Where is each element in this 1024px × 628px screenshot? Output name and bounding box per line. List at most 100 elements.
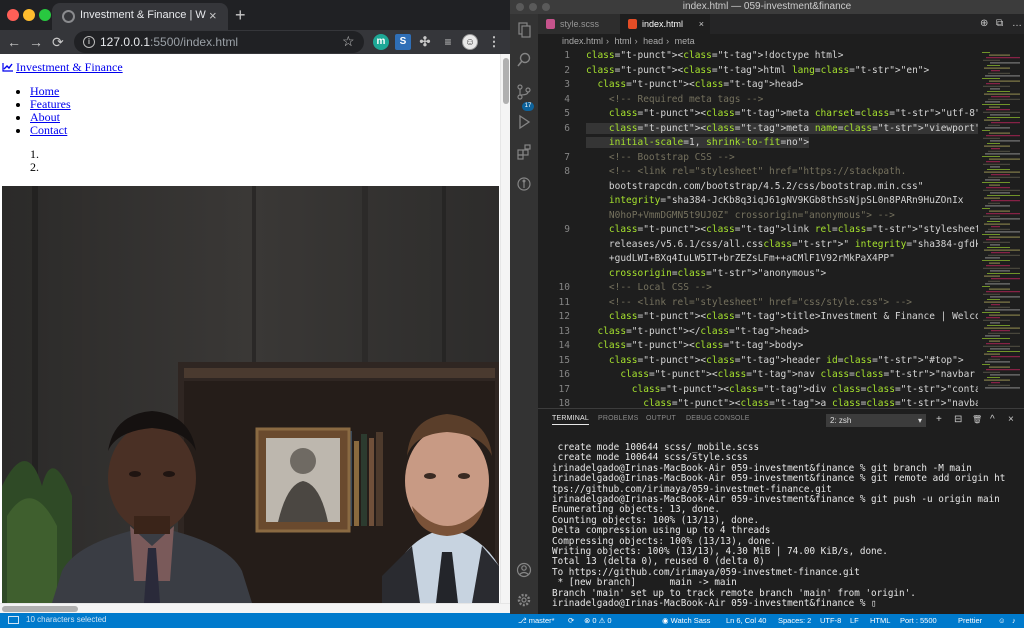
sync-icon[interactable]: ⟳ — [568, 614, 574, 628]
code-line[interactable]: 5 class="t-punct"><class="t-tag">meta ch… — [538, 108, 978, 123]
source-control-icon[interactable] — [516, 84, 532, 100]
breadcrumb-item[interactable]: head — [643, 36, 663, 46]
forward-button[interactable]: → — [29, 33, 43, 51]
notifications-bell-icon[interactable]: ♪ — [1012, 614, 1016, 628]
panel-tab-terminal[interactable]: TERMINAL — [552, 415, 589, 425]
extension-m-icon[interactable]: m — [373, 34, 389, 50]
maximize-panel-icon[interactable]: ^ — [990, 413, 995, 426]
bookmark-star-icon[interactable]: ☆ — [342, 33, 355, 49]
close-window-button[interactable] — [7, 9, 19, 21]
code-line[interactable]: 13 class="t-punct"></class="t-tag">head> — [538, 326, 978, 341]
git-branch-status[interactable]: ⎇ master* — [518, 614, 555, 628]
breadcrumb-item[interactable]: html — [615, 36, 632, 46]
problems-status[interactable]: ⊗ 0 ⚠ 0 — [584, 614, 612, 628]
close-tab-icon[interactable]: × — [209, 8, 217, 24]
minimize-window-button[interactable] — [23, 9, 35, 21]
code-line[interactable]: 4 <!-- Required meta tags --> — [538, 94, 978, 109]
code-line[interactable]: 6 class="t-punct"><class="t-tag">meta na… — [538, 122, 978, 138]
new-terminal-icon[interactable]: + — [936, 413, 942, 426]
navbar-brand-link[interactable]: Investment & Finance — [2, 60, 123, 75]
nav-link-features[interactable]: Features — [30, 97, 71, 111]
code-line[interactable]: bootstrapcdn.com/bootstrap/4.5.2/css/boo… — [538, 181, 978, 196]
watch-sass-status[interactable]: ◉ Watch Sass — [662, 614, 710, 628]
tab-style-scss[interactable]: style.scss — [538, 14, 620, 34]
search-icon[interactable] — [516, 52, 532, 68]
terminal-shell-select[interactable]: 2: zsh ▾ — [826, 414, 926, 427]
code-line[interactable]: releases/v5.6.1/css/all.cssclass="t-str"… — [538, 239, 978, 254]
nav-link-home[interactable]: Home — [30, 84, 59, 98]
indentation-status[interactable]: Spaces: 2 — [778, 614, 811, 628]
code-line[interactable]: +gudLWI+BXq4IuLW5IT+brZEZsLFm++aCMlF1V92… — [538, 253, 978, 268]
run-debug-icon[interactable] — [516, 114, 532, 130]
code-line[interactable]: 2 class="t-punct"><class="t-tag">html lan… — [538, 65, 978, 80]
breadcrumb-item[interactable]: meta — [675, 36, 695, 46]
horizontal-scrollbar[interactable] — [0, 603, 510, 613]
minimap-stroke — [990, 218, 1020, 220]
nav-link-contact[interactable]: Contact — [30, 123, 67, 137]
prettier-status[interactable]: Prettier — [958, 614, 982, 628]
code-line[interactable]: 16 class="t-punct"><class="t-tag">nav cl… — [538, 369, 978, 384]
browser-tab[interactable]: Investment & Finance | Welcome × — [52, 3, 228, 30]
carousel-indicator[interactable]: 2. — [30, 161, 39, 174]
code-line[interactable]: initial-scale=1, shrink-to-fit=no"> — [538, 137, 978, 152]
code-line[interactable]: 12 class="t-punct"><class="t-tag">title>… — [538, 311, 978, 326]
tab-index-html[interactable]: index.html × — [620, 14, 710, 34]
terminal-output[interactable]: create mode 100644 scss/_mobile.scss cre… — [552, 442, 1022, 610]
vscode-window-title: index.html — 059-investment&finance — [682, 1, 852, 12]
minimap[interactable] — [978, 48, 1024, 408]
address-bar[interactable]: i 127.0.0.1:5500/index.html ☆ — [74, 31, 364, 53]
nav-link-about[interactable]: About — [30, 110, 60, 124]
info-icon[interactable]: i — [83, 36, 95, 48]
feedback-icon[interactable]: ☺ — [998, 614, 1006, 628]
close-panel-icon[interactable]: × — [1008, 413, 1014, 426]
live-server-port-status[interactable]: Port : 5500 — [900, 614, 937, 628]
close-tab-icon[interactable]: × — [699, 14, 704, 34]
split-editor-icon[interactable]: ⧉ — [996, 18, 1003, 29]
profile-avatar[interactable]: ☺ — [462, 34, 478, 50]
code-line[interactable]: 8 <!-- <link rel="stylesheet" href="http… — [538, 166, 978, 181]
reading-list-icon[interactable]: ≡ — [440, 34, 456, 50]
code-line[interactable]: 18 class="t-punct"><class="t-tag">a clas… — [538, 398, 978, 408]
code-line[interactable]: 14 class="t-punct"><class="t-tag">body> — [538, 340, 978, 355]
panel-tab-debug-console[interactable]: DEBUG CONSOLE — [686, 415, 750, 422]
new-tab-button[interactable]: + — [235, 5, 246, 25]
browser-menu-icon[interactable]: ⋮ — [486, 34, 502, 50]
maximize-window-button[interactable] — [39, 9, 51, 21]
settings-gear-icon[interactable] — [516, 592, 532, 608]
panel-tab-problems[interactable]: PROBLEMS — [598, 415, 639, 422]
code-line[interactable]: 3 class="t-punct"><class="t-tag">head> — [538, 79, 978, 94]
minimap-stroke — [983, 215, 1000, 217]
code-line[interactable]: N0hoP+VmmDGMN5t9UJ0Z" crossorigin="anony… — [538, 210, 978, 225]
code-line[interactable]: 9 class="t-punct"><class="t-tag">link re… — [538, 224, 978, 239]
panel-tab-output[interactable]: OUTPUT — [646, 415, 676, 422]
extension-s-icon[interactable]: S — [395, 34, 411, 50]
eol-status[interactable]: LF — [850, 614, 859, 628]
code-editor[interactable]: 1 class="t-punct"><class="t-tag">!doctype… — [538, 48, 978, 408]
code-line[interactable]: integrity="sha384-JcKb8q3iqJ61gNV9KGb8th… — [538, 195, 978, 210]
extensions-puzzle-icon[interactable]: ✣ — [417, 34, 433, 50]
extensions-icon[interactable] — [516, 144, 532, 160]
git-graph-icon[interactable] — [516, 176, 532, 192]
encoding-status[interactable]: UTF-8 — [820, 614, 841, 628]
explorer-icon[interactable] — [516, 22, 532, 38]
code-line[interactable]: 15 class="t-punct"><class="t-tag">header… — [538, 355, 978, 370]
open-changes-icon[interactable]: ⊕ — [980, 18, 988, 29]
split-terminal-icon[interactable]: ⊟ — [954, 413, 962, 426]
account-icon[interactable] — [516, 562, 532, 578]
back-button[interactable]: ← — [7, 33, 21, 51]
code-line[interactable]: crossorigin=class="t-str">"anonymous"> — [538, 268, 978, 283]
code-line[interactable]: 17 class="t-punct"><class="t-tag">div cl… — [538, 384, 978, 399]
horizontal-scroll-thumb[interactable] — [2, 606, 78, 612]
more-actions-icon[interactable]: … — [1012, 18, 1022, 29]
code-line[interactable]: 11 <!-- <link rel="stylesheet" href="css… — [538, 297, 978, 312]
cursor-position[interactable]: Ln 6, Col 40 — [726, 614, 766, 628]
trash-icon[interactable]: 🗑 — [972, 413, 982, 426]
code-line[interactable]: 7 <!-- Bootstrap CSS --> — [538, 152, 978, 167]
code-line[interactable]: 1 class="t-punct"><class="t-tag">!doctype… — [538, 50, 978, 65]
vertical-scrollbar[interactable] — [500, 54, 510, 603]
language-mode-status[interactable]: HTML — [870, 614, 890, 628]
reload-button[interactable]: ⟳ — [52, 33, 64, 51]
code-line[interactable]: 10 <!-- Local CSS --> — [538, 282, 978, 297]
breadcrumb-item[interactable]: index.html — [562, 36, 603, 46]
vertical-scroll-thumb[interactable] — [503, 58, 509, 104]
